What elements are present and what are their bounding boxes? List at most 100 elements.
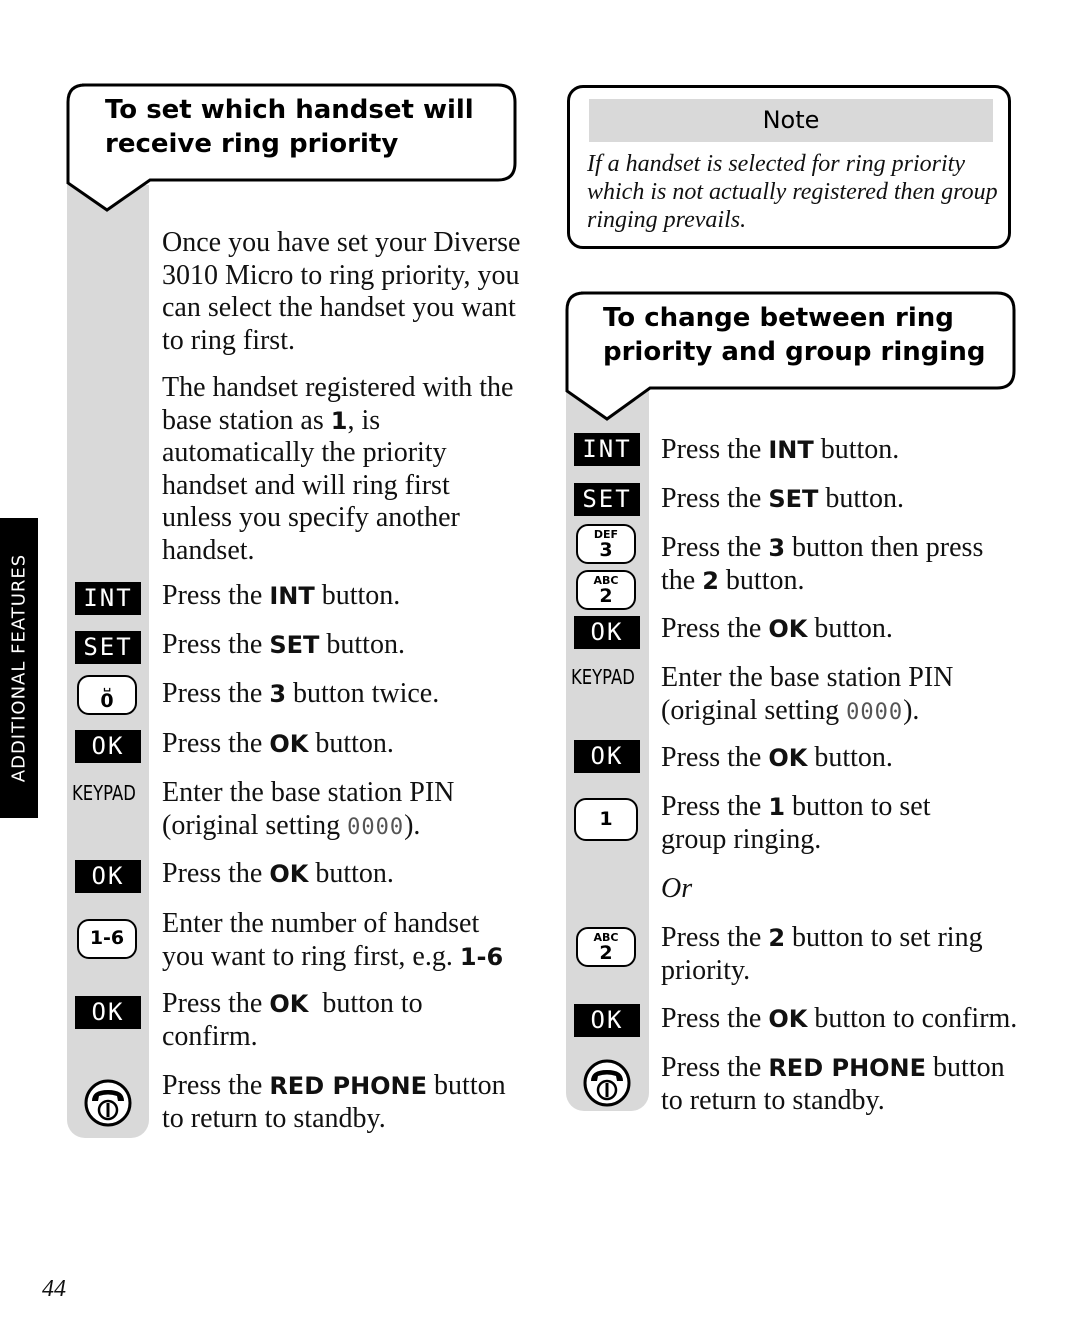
step-bold: SET: [768, 485, 819, 513]
key-main-label: 2: [599, 585, 613, 607]
step-text: the: [661, 565, 703, 596]
step-text: button then press: [785, 532, 984, 563]
step-bold: SET: [269, 631, 320, 659]
step-bold: INT: [768, 436, 814, 464]
zero-key-icon: ␣ 0: [77, 675, 137, 715]
step-text: button.: [308, 728, 394, 759]
step-bold: OK: [768, 744, 808, 772]
step-text: button twice.: [286, 678, 440, 709]
step-text: button.: [314, 580, 401, 611]
set-key-icon: SET: [75, 631, 141, 664]
keypad-label: KEYPAD: [72, 781, 136, 805]
red-phone-icon: [583, 1059, 631, 1107]
step-text: ).: [404, 809, 421, 841]
step-text: to return to standby.: [661, 1084, 885, 1116]
red-phone-icon: [84, 1079, 132, 1127]
step-bold: 3: [768, 534, 786, 562]
step-text: (original setting: [162, 809, 348, 841]
page-number: 44: [42, 1276, 66, 1302]
right-section-heading: To change between ring priority and grou…: [565, 291, 1017, 423]
ok-key-icon: OK: [75, 996, 141, 1029]
two-abc-key-icon: ABC 2: [576, 927, 636, 967]
side-tab-label: ADDITIONAL FEATURES: [8, 553, 30, 783]
key-main-label: 0: [100, 690, 114, 712]
step-bold: INT: [269, 582, 315, 610]
step-bold: OK: [768, 1005, 808, 1033]
step-text: priority.: [661, 954, 751, 986]
step-bold: RED PHONE: [269, 1072, 428, 1100]
step-bold: OK: [269, 990, 309, 1018]
left-heading-line-2: receive ring priority: [105, 129, 399, 159]
int-key-icon: INT: [574, 433, 640, 466]
key-main-label: 2: [599, 942, 613, 964]
left-section-heading: To set which handset will receive ring p…: [66, 83, 518, 218]
step-text: Press the: [661, 483, 769, 514]
step-bold: 1-6: [459, 942, 504, 971]
step-text: Enter the number of handset: [162, 908, 480, 939]
ok-key-icon: OK: [75, 860, 141, 893]
step-text: button to: [308, 988, 423, 1019]
step-text: button to set ring: [785, 922, 983, 953]
step-text: Press the: [162, 858, 270, 889]
key-main-label: 1-6: [89, 927, 125, 949]
note-heading: Note: [589, 99, 993, 142]
step-text: Press the: [661, 742, 769, 773]
step-text: Press the: [661, 1052, 769, 1083]
step-text: Press the: [661, 1003, 769, 1034]
right-heading-line-1: To change between ring: [603, 303, 954, 333]
ok-key-icon: OK: [574, 616, 640, 649]
step-bold: 2: [768, 924, 786, 952]
three-def-key-icon: DEF 3: [576, 524, 636, 564]
intro-bold-number: 1: [330, 406, 348, 435]
step-text: to return to standby.: [162, 1102, 386, 1134]
step-text: Press the: [162, 728, 270, 759]
step-text: Press the: [661, 613, 769, 644]
step-text: button.: [818, 483, 904, 514]
step-text: Press the: [661, 434, 769, 465]
step-text: (original setting: [661, 694, 847, 726]
step-text: button.: [807, 742, 893, 773]
step-bold: 2: [702, 567, 719, 595]
left-heading-line-1: To set which handset will: [105, 95, 474, 125]
pin-code: 0000: [347, 814, 405, 840]
step-text: ).: [903, 694, 920, 726]
handset-number-key-icon: 1-6: [77, 919, 137, 959]
ok-key-icon: OK: [574, 740, 640, 773]
step-text: you want to ring first, e.g.: [162, 940, 460, 972]
key-main-label: 1: [599, 808, 613, 830]
int-key-icon: INT: [75, 582, 141, 615]
step-text: Press the: [162, 988, 270, 1019]
key-main-label: 3: [599, 539, 613, 561]
step-bold: OK: [269, 730, 309, 758]
step-text: Press the: [162, 629, 270, 660]
step-text: Press the: [162, 580, 270, 611]
step-text: button.: [813, 434, 900, 465]
pin-code: 0000: [846, 699, 904, 725]
step-text: button.: [308, 858, 394, 889]
step-text: button: [926, 1052, 1005, 1083]
note-body: If a handset is selected for ring priori…: [587, 151, 998, 233]
ok-key-icon: OK: [75, 730, 141, 763]
step-text: Enter the base station PIN: [661, 662, 954, 693]
one-key-icon: 1: [574, 798, 638, 841]
two-abc-key-icon: ABC 2: [576, 570, 636, 610]
note-box: Note If a handset is selected for ring p…: [567, 85, 1011, 249]
left-intro-paragraph-1: Once you have set your Diverse 3010 Micr…: [162, 227, 521, 356]
or-text: Or: [661, 873, 693, 904]
keypad-label: KEYPAD: [571, 665, 635, 689]
step-text: button.: [807, 613, 893, 644]
ok-key-icon: OK: [574, 1004, 640, 1037]
step-text: button to confirm.: [807, 1003, 1018, 1034]
step-text: Press the: [661, 532, 769, 563]
step-bold: 3: [269, 680, 287, 708]
step-text: confirm.: [162, 1020, 258, 1052]
step-bold: RED PHONE: [768, 1054, 927, 1082]
step-bold: OK: [768, 615, 808, 643]
step-text: Enter the base station PIN: [162, 777, 455, 808]
left-intro-paragraph-2: The handset registered with the base sta…: [162, 372, 522, 567]
step-bold: 1: [768, 793, 786, 821]
step-bold: OK: [269, 860, 309, 888]
step-text: Press the: [162, 678, 270, 709]
set-key-icon: SET: [574, 483, 640, 516]
section-side-tab: ADDITIONAL FEATURES: [0, 518, 38, 818]
